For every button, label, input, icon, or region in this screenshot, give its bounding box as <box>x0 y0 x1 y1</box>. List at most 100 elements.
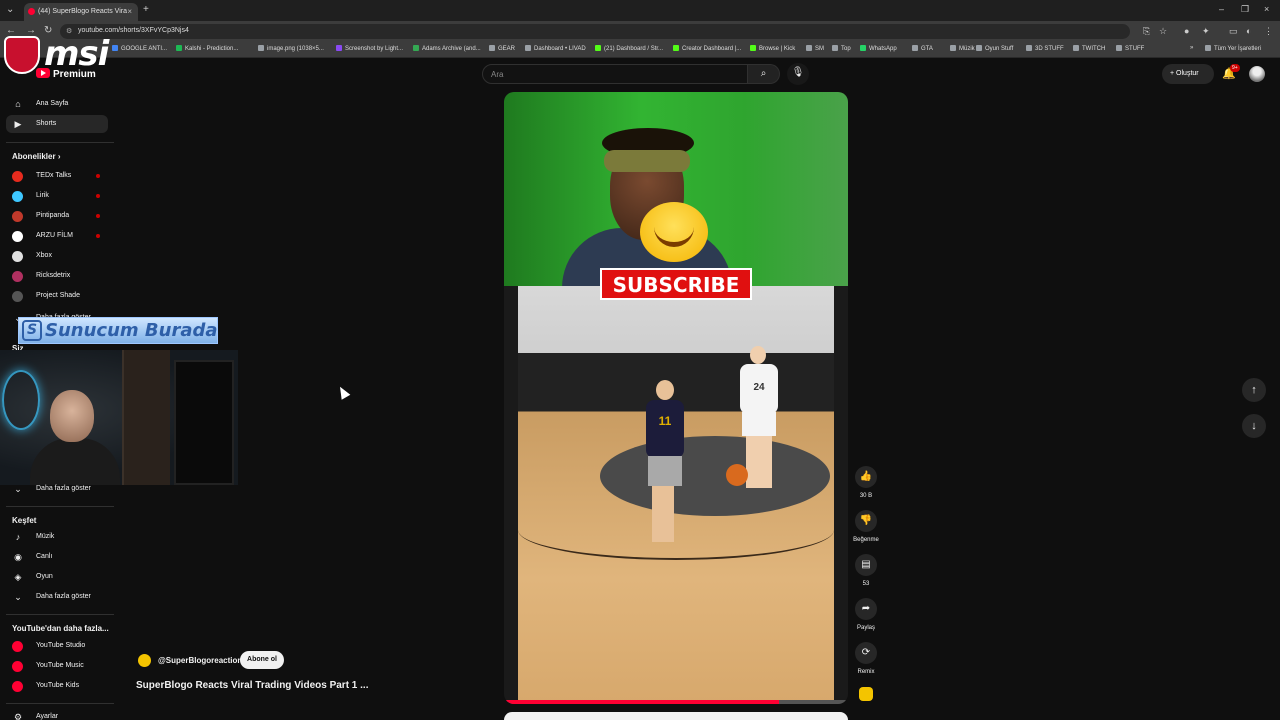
sidebar-item-ana-sayfa[interactable]: ⌂ Ana Sayfa <box>6 95 108 113</box>
sidebar-item-live[interactable]: ◉ Canlı <box>6 548 108 566</box>
comments-button[interactable]: ▤ 53 <box>852 554 880 587</box>
sidebar-item-gaming[interactable]: ◈ Oyun <box>6 568 108 586</box>
bookmark-label: Screenshot by Light... <box>345 46 404 52</box>
bookmark-favicon-icon <box>673 45 679 51</box>
bookmark-label: STUFF <box>1125 46 1145 52</box>
new-tab-icon[interactable]: + <box>143 4 149 15</box>
bookmark-item[interactable]: STUFF <box>1116 45 1144 52</box>
bookmark-item[interactable]: GEAR <box>489 45 515 52</box>
back-icon[interactable]: ← <box>6 25 16 36</box>
bookmark-item[interactable]: Dashboard • LIVAD <box>525 45 586 52</box>
url-bar[interactable]: ⚙ youtube.com/shorts/3XFvYCp3Njs4 <box>60 24 1130 39</box>
shorts-video-player[interactable]: 24 11 SUBSCRIBE <box>504 92 848 704</box>
bookmark-item[interactable]: Adams Archive (and... <box>413 45 481 52</box>
sidebar-item-youtube-app[interactable]: YouTube Music <box>6 657 108 675</box>
show-more-you[interactable]: ⌄ Daha fazla göster <box>6 480 108 498</box>
player-shorts <box>648 456 682 486</box>
screen: ⌄ (44) SuperBlogo Reacts Vira × + – ❐ × … <box>0 0 1280 720</box>
create-button[interactable]: + Oluştur <box>1162 64 1214 84</box>
bookmarks-overflow-icon[interactable]: » <box>1190 45 1193 51</box>
profile-icon[interactable]: ◐ <box>1246 26 1251 36</box>
minimize-icon[interactable]: – <box>1219 4 1224 14</box>
subscription-label: ARZU FİLM <box>36 232 73 239</box>
bookmark-item[interactable]: image.png (1038×5... <box>258 45 324 52</box>
sidebar-item-youtube-app[interactable]: YouTube Studio <box>6 637 108 655</box>
sidebar-item-shorts[interactable]: ▶ Shorts <box>6 115 108 133</box>
channel-handle[interactable]: @SuperBlogoreaction <box>158 656 242 665</box>
bookmark-star-icon[interactable]: ☆ <box>1159 26 1167 37</box>
search-button[interactable]: ⌕ <box>748 64 780 84</box>
subscription-channel[interactable]: ARZU FİLM <box>6 227 108 245</box>
sidebar-item-music[interactable]: ♪ Müzik <box>6 528 108 546</box>
sidebar-toggle-icon[interactable]: ▭ <box>1229 26 1238 37</box>
subscription-label: Xbox <box>36 252 52 259</box>
like-button[interactable]: 👍 30 B <box>852 466 880 499</box>
bookmark-item[interactable]: TWITCH <box>1073 45 1105 52</box>
bookmark-item[interactable]: GTA <box>912 45 933 52</box>
remix-button[interactable]: ⟳ Remix <box>852 642 880 675</box>
voice-search-button[interactable]: 🎙 <box>787 63 809 85</box>
notifications-button[interactable]: 🔔 9+ <box>1222 64 1240 80</box>
menu-kebab-icon[interactable]: ⋮ <box>1264 26 1273 37</box>
install-app-icon[interactable]: ⎘ <box>1143 26 1150 37</box>
bookmark-item[interactable]: Browse | Kick <box>750 45 795 52</box>
dislike-button[interactable]: 👎 Beğenme <box>852 510 880 543</box>
all-bookmarks[interactable]: Tüm Yer İşaretleri <box>1205 45 1261 52</box>
bookmark-item[interactable]: Creator Dashboard |... <box>673 45 741 52</box>
next-short-button[interactable]: ↓ <box>1242 414 1266 438</box>
tab-close-icon[interactable]: × <box>127 7 132 16</box>
share-button[interactable]: ➦ Paylaş <box>852 598 880 631</box>
video-progress-bar[interactable] <box>504 700 848 704</box>
forward-icon[interactable]: → <box>26 25 36 36</box>
browser-tab-active[interactable]: (44) SuperBlogo Reacts Vira × <box>24 3 138 21</box>
thumbs-up-icon: 👍 <box>855 466 877 488</box>
subscription-channel[interactable]: Xbox <box>6 247 108 265</box>
bookmark-item[interactable]: Oyun Stuff <box>976 45 1013 52</box>
bookmark-item[interactable]: Screenshot by Light... <box>336 45 403 52</box>
video-progress-fill <box>504 700 780 704</box>
channel-sound-thumbnail[interactable] <box>859 687 873 701</box>
show-more-explore[interactable]: ⌄ Daha fazla göster <box>6 588 108 606</box>
arrow-down-icon: ↓ <box>1251 420 1257 432</box>
bookmark-label: Top <box>841 46 851 52</box>
extension-icon[interactable]: ● <box>1184 26 1189 36</box>
previous-short-button[interactable]: ↑ <box>1242 378 1266 402</box>
basketball-court-clip: 24 11 <box>518 286 834 704</box>
streamer-body <box>30 438 120 485</box>
sidebar-item-label: Müzik <box>36 533 55 540</box>
sidebar-item-settings[interactable]: ⚙ Ayarlar <box>6 708 108 720</box>
bookmark-item[interactable]: 3D STUFF <box>1026 45 1064 52</box>
video-title[interactable]: SuperBlogo Reacts Viral Trading Videos P… <box>136 680 368 691</box>
channel-avatar-icon <box>12 171 23 182</box>
extensions-puzzle-icon[interactable]: ✦ <box>1202 26 1210 37</box>
sidebar-item-label: Ana Sayfa <box>36 100 69 107</box>
subscription-channel[interactable]: Pintipanda <box>6 207 108 225</box>
channel-avatar[interactable] <box>138 654 151 667</box>
restore-icon[interactable]: ❐ <box>1241 4 1249 15</box>
subscription-channel[interactable]: Ricksdetrix <box>6 267 108 285</box>
user-avatar[interactable] <box>1249 66 1265 82</box>
sidebar-item-youtube-app[interactable]: YouTube Kids <box>6 677 108 695</box>
music-icon: ♪ <box>15 532 21 542</box>
subscription-channel[interactable]: TEDx Talks <box>6 167 108 185</box>
bookmark-item[interactable]: WhatsApp <box>860 45 897 52</box>
mouse-cursor <box>335 384 351 400</box>
defender-jersey: 24 <box>740 364 778 414</box>
subscribe-button[interactable]: Abone ol <box>240 651 284 669</box>
bookmark-item[interactable]: Müzik <box>950 45 975 52</box>
next-short-preview[interactable] <box>504 712 848 720</box>
tab-search-icon[interactable]: ⌄ <box>6 4 14 15</box>
webcam-window <box>174 360 234 485</box>
youtube-premium-logo[interactable]: Premium <box>36 68 96 80</box>
bookmark-item[interactable]: SM <box>806 45 824 52</box>
bookmark-item[interactable]: Kalshi - Prediction... <box>176 45 238 52</box>
bookmark-item[interactable]: (21) Dashboard / Str... <box>595 45 663 52</box>
bookmark-item[interactable]: Top <box>832 45 851 52</box>
window-close-icon[interactable]: × <box>1264 4 1269 14</box>
subscriptions-heading[interactable]: Abonelikler › <box>12 152 60 161</box>
subscription-channel[interactable]: Lirik <box>6 187 108 205</box>
search-input[interactable]: Ara <box>482 64 748 84</box>
sidebar-item-label: Oyun <box>36 573 53 580</box>
bookmark-label: (21) Dashboard / Str... <box>604 46 664 52</box>
subscription-channel[interactable]: Project Shade <box>6 287 108 305</box>
